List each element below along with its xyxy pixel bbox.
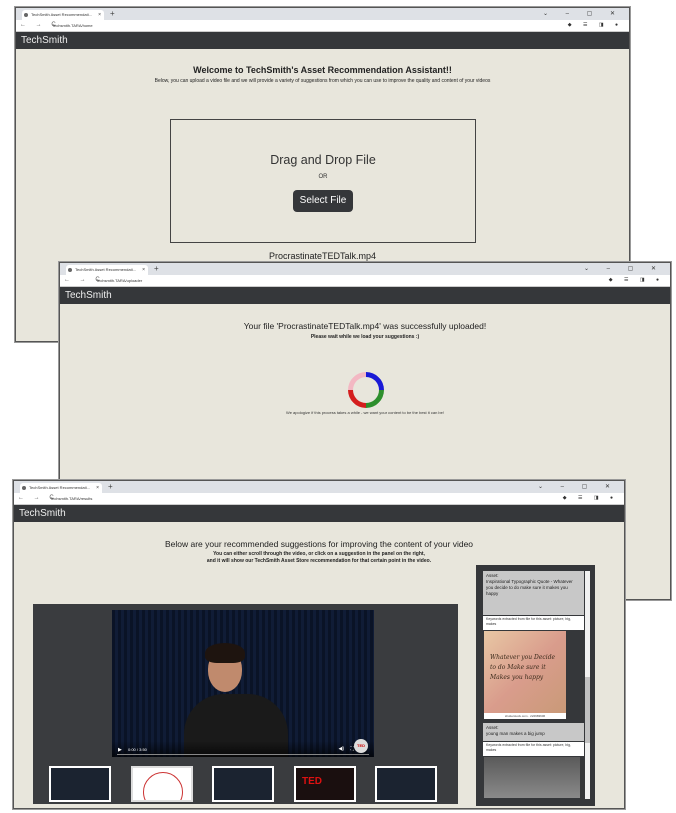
speaker-hair bbox=[205, 643, 245, 663]
suggestion-1-credit: shutterstock.com · 222983606 bbox=[484, 713, 566, 719]
suggestion-2-keywords: Keywords extracted from file for this as… bbox=[483, 742, 584, 756]
panel-scrollbar[interactable] bbox=[585, 571, 590, 799]
close-tab-icon[interactable]: × bbox=[98, 10, 101, 20]
url-field[interactable]: Techsmith.TARA/home bbox=[52, 22, 93, 29]
diagram-arc bbox=[143, 772, 183, 800]
tab-title: TechSmith Asset Recommendati... bbox=[31, 12, 92, 17]
upload-success-title: Your file 'ProcrastinateTEDTalk.mp4' was… bbox=[243, 321, 487, 331]
favicon-icon bbox=[24, 13, 28, 17]
favicon-icon bbox=[22, 486, 26, 490]
window-controls[interactable]: ⌄ – ▢ ✕ bbox=[543, 8, 623, 20]
address-bar: ← → C Techsmith.TARA/home ◆ ☰ ◨ ● bbox=[16, 20, 629, 32]
video-time: 0:00 / 3:50 bbox=[128, 747, 147, 752]
url-field[interactable]: Techsmith.TARA/results bbox=[50, 495, 92, 502]
results-subtitle-1: You can either scroll through the video,… bbox=[213, 551, 425, 557]
page-title: Welcome to TechSmith's Asset Recommendat… bbox=[193, 65, 452, 75]
brand-header[interactable]: TechSmith bbox=[14, 505, 624, 522]
tab-bar: TechSmith Asset Recommendati... × + ⌄ – ▢… bbox=[14, 481, 624, 493]
address-bar: ← → C Techsmith.TARA/uploader ◆ ☰ ◨ ● bbox=[60, 275, 670, 287]
close-tab-icon[interactable]: × bbox=[96, 483, 99, 493]
uploaded-filename: ProcrastinateTEDTalk.mp4 bbox=[268, 251, 377, 261]
browser-tab[interactable]: TechSmith Asset Recommendati... × bbox=[20, 483, 102, 493]
upload-wait-text: Please wait while we load your suggestio… bbox=[310, 334, 420, 340]
thumbnail-5[interactable] bbox=[375, 766, 437, 802]
loading-spinner bbox=[340, 364, 392, 416]
results-subtitle-2: and it will show our TechSmith Asset Sto… bbox=[206, 558, 432, 564]
scrollbar-thumb[interactable] bbox=[585, 677, 590, 743]
apology-text: We apologize if this process takes a whi… bbox=[285, 410, 444, 415]
suggestions-panel: Asset: Inspirational Typographic Quote -… bbox=[476, 565, 595, 806]
drop-title: Drag and Drop File bbox=[270, 153, 376, 167]
new-tab-button[interactable]: + bbox=[108, 481, 113, 493]
thumbnail-2[interactable] bbox=[131, 766, 193, 802]
drop-zone[interactable]: Drag and Drop File OR Select File bbox=[170, 119, 476, 243]
browser-window-results: TechSmith Asset Recommendati... × + ⌄ – ▢… bbox=[13, 480, 625, 809]
browser-tab[interactable]: TechSmith Asset Recommendati... × bbox=[22, 10, 104, 20]
thumbnail-4[interactable]: TED bbox=[294, 766, 356, 802]
thumbnail-3[interactable] bbox=[212, 766, 274, 802]
url-field[interactable]: Techsmith.TARA/uploader bbox=[96, 277, 142, 284]
suggestion-2-image[interactable] bbox=[484, 757, 580, 798]
volume-icon[interactable]: ◀) bbox=[338, 746, 344, 752]
tab-title: TechSmith Asset Recommendati... bbox=[75, 267, 136, 272]
page-subtitle: Below, you can upload a video file and w… bbox=[154, 78, 491, 84]
tab-bar: TechSmith Asset Recommendati... × + ⌄ – ▢… bbox=[16, 8, 629, 20]
suggestion-1-image[interactable]: Whatever you Decide to do Make sure it M… bbox=[484, 631, 566, 719]
window-controls[interactable]: ⌄ – ▢ ✕ bbox=[584, 263, 664, 275]
extension-icons[interactable]: ◆ ☰ ◨ ● bbox=[609, 275, 664, 286]
tab-title: TechSmith Asset Recommendati... bbox=[29, 485, 90, 490]
video-player[interactable]: ▶ 0:00 / 3:50 ◀) ⛶ TED bbox=[112, 610, 374, 757]
play-icon[interactable]: ▶ bbox=[118, 747, 122, 753]
extension-icons[interactable]: ◆ ☰ ◨ ● bbox=[563, 493, 618, 504]
or-label: OR bbox=[318, 174, 328, 180]
suggestion-1-keywords: Keywords extracted from file for this as… bbox=[483, 616, 584, 630]
video-player-panel: ▶ 0:00 / 3:50 ◀) ⛶ TED TED bbox=[33, 604, 458, 804]
ted-badge: TED bbox=[354, 739, 368, 753]
address-bar: ← → C Techsmith.TARA/results ◆ ☰ ◨ ● bbox=[14, 493, 624, 505]
tab-bar: TechSmith Asset Recommendati... × + ⌄ – ▢… bbox=[60, 263, 670, 275]
video-controls[interactable]: ▶ 0:00 / 3:50 ◀) ⛶ bbox=[112, 741, 374, 757]
favicon-icon bbox=[68, 268, 72, 272]
progress-bar[interactable] bbox=[117, 754, 369, 755]
new-tab-button[interactable]: + bbox=[154, 263, 159, 275]
ted-logo: TED bbox=[302, 776, 322, 787]
brand-header[interactable]: TechSmith bbox=[16, 32, 629, 49]
browser-tab[interactable]: TechSmith Asset Recommendati... × bbox=[66, 265, 148, 275]
new-tab-button[interactable]: + bbox=[110, 8, 115, 20]
brand-header[interactable]: TechSmith bbox=[60, 287, 670, 304]
suggestion-1-quote: Whatever you Decide to do Make sure it M… bbox=[490, 654, 556, 681]
thumbnail-1[interactable] bbox=[49, 766, 111, 802]
extension-icons[interactable]: ◆ ☰ ◨ ● bbox=[568, 20, 623, 31]
window-controls[interactable]: ⌄ – ▢ ✕ bbox=[538, 481, 618, 493]
suggestion-2-header[interactable]: Asset: young man makes a big jump bbox=[483, 723, 584, 741]
results-title: Below are your recommended suggestions f… bbox=[164, 539, 474, 549]
select-file-button[interactable]: Select File bbox=[293, 190, 353, 212]
close-tab-icon[interactable]: × bbox=[142, 265, 145, 275]
suggestion-1-header[interactable]: Asset: Inspirational Typographic Quote -… bbox=[483, 571, 584, 615]
